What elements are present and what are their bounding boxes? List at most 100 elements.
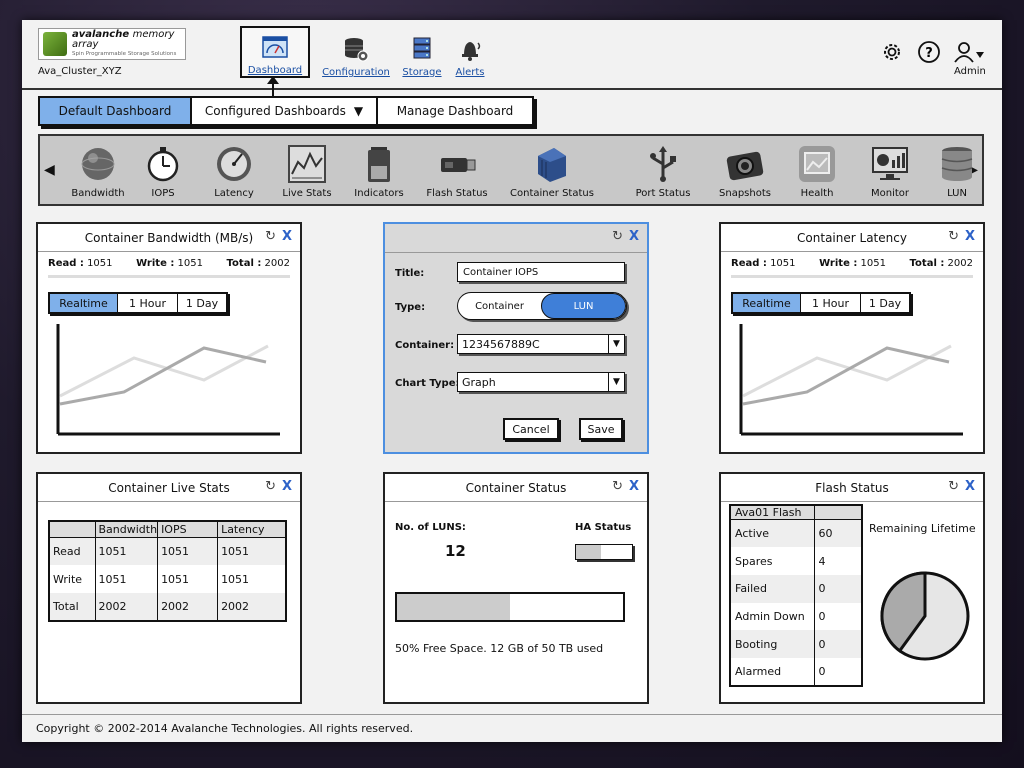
ha-status-bar bbox=[575, 544, 633, 560]
close-icon[interactable]: X bbox=[629, 479, 639, 494]
monitor-chart-icon bbox=[872, 147, 908, 180]
title-field-label: Title: bbox=[395, 268, 425, 279]
type-option-lun[interactable]: LUN bbox=[541, 293, 626, 319]
container-status-panel: Container Status ↻ X No. of LUNS: 12 HA … bbox=[383, 472, 649, 704]
close-icon[interactable]: X bbox=[282, 479, 292, 494]
chevron-down-icon: ▼ bbox=[353, 104, 364, 118]
gauge-icon bbox=[217, 147, 251, 181]
refresh-icon[interactable]: ↻ bbox=[612, 479, 623, 494]
table-header-cell: Latency bbox=[217, 521, 287, 538]
storage-icon bbox=[413, 37, 431, 59]
nav-configuration[interactable]: Configuration bbox=[321, 26, 391, 78]
range-1-day[interactable]: 1 Day bbox=[178, 294, 226, 312]
carousel-prev-arrow-icon[interactable]: ◀ bbox=[44, 162, 55, 178]
widget-snapshots-label: Snapshots bbox=[719, 188, 771, 199]
table-row: Alarmed 0 bbox=[730, 657, 863, 686]
table-row: Write 1051 1051 1051 bbox=[49, 565, 287, 593]
read-label: Read : bbox=[48, 258, 84, 269]
table-cell: 0 bbox=[814, 602, 863, 631]
remaining-lifetime-label: Remaining Lifetime bbox=[869, 522, 976, 535]
container-field-label: Container: bbox=[395, 340, 455, 351]
container-select[interactable]: 1234567889C ▼ bbox=[457, 334, 625, 354]
range-realtime[interactable]: Realtime bbox=[733, 294, 801, 312]
cancel-button[interactable]: Cancel bbox=[503, 418, 559, 440]
table-cell: 1051 bbox=[157, 565, 219, 593]
table-cell: Write bbox=[49, 565, 96, 593]
range-realtime[interactable]: Realtime bbox=[50, 294, 118, 312]
time-range-selector: Realtime 1 Hour 1 Day bbox=[48, 292, 228, 314]
total-label: Total : bbox=[909, 258, 945, 269]
chart-type-select[interactable]: Graph ▼ bbox=[457, 372, 625, 392]
save-button[interactable]: Save bbox=[579, 418, 623, 440]
range-1-hour[interactable]: 1 Hour bbox=[801, 294, 861, 312]
table-header-cell: Ava01 Flash bbox=[730, 505, 815, 520]
read-value: 1051 bbox=[87, 258, 113, 269]
refresh-icon[interactable]: ↻ bbox=[612, 229, 623, 244]
close-icon[interactable]: X bbox=[965, 479, 975, 494]
close-icon[interactable]: X bbox=[965, 229, 975, 244]
total-label: Total : bbox=[226, 258, 262, 269]
bandwidth-panel: Container Bandwidth (MB/s) ↻ X Read : 10… bbox=[36, 222, 302, 454]
type-field-label: Type: bbox=[395, 302, 426, 313]
usb-drive-icon bbox=[441, 158, 476, 172]
table-header-cell: Bandwidth bbox=[95, 521, 159, 538]
widget-lun[interactable]: LUN bbox=[915, 144, 999, 199]
latency-panel-title: Container Latency bbox=[721, 224, 983, 252]
chart-type-field-label: Chart Type: bbox=[395, 378, 460, 389]
table-cell: 1051 bbox=[217, 537, 287, 565]
help-icon[interactable]: ? bbox=[917, 40, 941, 64]
widget-indicators[interactable]: Indicators bbox=[337, 144, 421, 199]
refresh-icon[interactable]: ↻ bbox=[265, 229, 276, 244]
type-option-container[interactable]: Container bbox=[458, 293, 541, 319]
table-row: Spares 4 bbox=[730, 547, 863, 575]
admin-label: Admin bbox=[954, 66, 986, 77]
container-status-panel-title: Container Status bbox=[385, 474, 647, 502]
chevron-down-icon: ▼ bbox=[608, 335, 624, 353]
table-cell: 2002 bbox=[157, 593, 219, 621]
range-1-hour[interactable]: 1 Hour bbox=[118, 294, 178, 312]
widget-indicators-label: Indicators bbox=[354, 188, 404, 199]
table-header-cell bbox=[49, 521, 96, 538]
nav-alerts-label: Alerts bbox=[455, 67, 485, 78]
widget-container-status[interactable]: Container Status bbox=[510, 144, 594, 199]
widget-latency[interactable]: Latency bbox=[192, 144, 276, 199]
settings-gear-icon[interactable] bbox=[880, 40, 904, 64]
live-stats-panel-title: Container Live Stats bbox=[38, 474, 300, 502]
close-icon[interactable]: X bbox=[629, 229, 639, 244]
refresh-icon[interactable]: ↻ bbox=[948, 229, 959, 244]
space-usage-fill bbox=[397, 594, 510, 620]
nav-dashboard[interactable]: Dashboard bbox=[240, 26, 310, 78]
user-account-icon[interactable] bbox=[952, 40, 986, 64]
write-label: Write : bbox=[819, 258, 858, 269]
database-gear-icon bbox=[345, 38, 369, 62]
table-cell: Booting bbox=[730, 630, 815, 658]
widget-port-status[interactable]: Port Status bbox=[621, 144, 705, 199]
table-row: Failed 0 bbox=[730, 574, 863, 603]
tab-manage-dashboard[interactable]: Manage Dashboard bbox=[378, 98, 532, 124]
tab-configured-dashboards-label: Configured Dashboards bbox=[204, 104, 346, 118]
table-row: Active 60 bbox=[730, 519, 863, 548]
logo: avalanche memory array Spin Programmable… bbox=[38, 28, 186, 60]
close-icon[interactable]: X bbox=[282, 229, 292, 244]
range-1-day[interactable]: 1 Day bbox=[861, 294, 909, 312]
widget-port-status-label: Port Status bbox=[635, 188, 691, 199]
stopwatch-icon bbox=[147, 147, 179, 182]
write-value: 1051 bbox=[860, 258, 886, 269]
widget-flash-status[interactable]: Flash Status bbox=[415, 144, 499, 199]
refresh-icon[interactable]: ↻ bbox=[265, 479, 276, 494]
table-header-cell: IOPS bbox=[157, 521, 219, 538]
refresh-icon[interactable]: ↻ bbox=[948, 479, 959, 494]
database-icon bbox=[941, 147, 973, 181]
title-input[interactable]: Container IOPS bbox=[457, 262, 625, 282]
logo-tagline: Spin Programmable Storage Solutions bbox=[71, 51, 177, 58]
widget-health[interactable]: Health bbox=[775, 144, 859, 199]
bandwidth-panel-title: Container Bandwidth (MB/s) bbox=[38, 224, 300, 252]
table-cell: 0 bbox=[814, 574, 863, 603]
widget-monitor-label: Monitor bbox=[870, 188, 909, 199]
header: avalanche memory array Spin Programmable… bbox=[22, 20, 1002, 90]
camera-icon bbox=[726, 151, 764, 181]
tab-configured-dashboards[interactable]: Configured Dashboards ▼ bbox=[192, 98, 378, 124]
tab-default-dashboard[interactable]: Default Dashboard bbox=[40, 98, 192, 124]
type-toggle[interactable]: Container LUN bbox=[457, 292, 627, 320]
nav-alerts[interactable]: Alerts bbox=[435, 26, 505, 78]
